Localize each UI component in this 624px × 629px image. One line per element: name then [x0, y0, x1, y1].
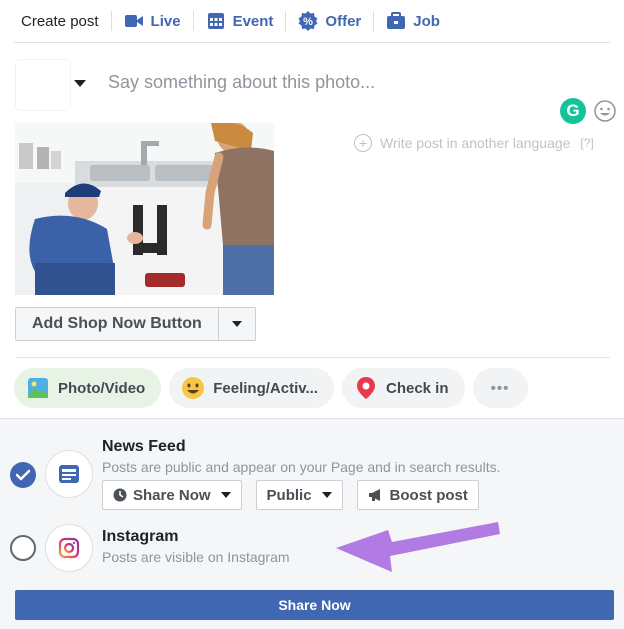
plus-icon: + [354, 134, 372, 152]
chevron-down-icon [220, 492, 231, 498]
tab-live-label: Live [150, 12, 181, 30]
help-link[interactable]: [?] [580, 136, 593, 150]
location-pin-icon [354, 376, 378, 400]
shop-button-dropdown[interactable] [219, 308, 255, 340]
instagram-title: Instagram [102, 528, 179, 545]
percent-badge-icon: % [298, 11, 318, 31]
smiley-icon [181, 376, 205, 400]
tab-event-label: Event [232, 12, 274, 30]
audience-dropdown[interactable]: Public [255, 480, 343, 510]
photo-icon [26, 376, 50, 400]
grammarly-icon[interactable]: G [560, 98, 586, 124]
tab-job-label: Job [413, 12, 440, 30]
clock-icon [113, 488, 127, 502]
emoji-icon[interactable] [594, 100, 616, 122]
annotation-arrow-icon [336, 522, 500, 572]
add-shop-now-button[interactable]: Add Shop Now Button [15, 307, 256, 341]
more-options-button[interactable]: ••• [472, 368, 528, 408]
chevron-down-icon [321, 492, 332, 498]
tab-create-post[interactable]: Create post [14, 0, 111, 43]
post-text-input[interactable]: Say something about this photo... [108, 72, 375, 93]
news-feed-subtitle: Posts are public and appear on your Page… [102, 459, 501, 475]
megaphone-icon [368, 489, 380, 501]
instagram-subtitle: Posts are visible on Instagram [102, 549, 290, 565]
tab-event[interactable]: Event [194, 0, 286, 43]
translate-label: Write post in another language [380, 135, 571, 151]
tab-offer[interactable]: % Offer [286, 0, 373, 43]
boost-post-label: Boost post [389, 486, 468, 504]
chevron-down-icon [231, 321, 242, 327]
composer-actions: Photo/Video Feeling/Activ... Check in ••… [14, 368, 528, 408]
translate-link[interactable]: + Write post in another language [?] [354, 134, 594, 152]
instagram-radio[interactable] [10, 535, 36, 561]
schedule-dropdown[interactable]: Share Now [102, 480, 242, 510]
news-feed-controls: Share Now Public Boost post [102, 480, 479, 510]
feeling-activity-label: Feeling/Activ... [213, 379, 318, 397]
page-avatar[interactable] [16, 60, 70, 110]
video-camera-icon [124, 11, 144, 31]
calendar-icon [206, 11, 226, 31]
tab-create-post-label: Create post [21, 12, 99, 30]
tab-live[interactable]: Live [112, 0, 193, 43]
news-feed-title: News Feed [102, 438, 186, 455]
divider [15, 357, 610, 358]
boost-post-button[interactable]: Boost post [356, 480, 479, 510]
check-in-label: Check in [385, 379, 449, 397]
photo-video-button[interactable]: Photo/Video [14, 368, 162, 408]
add-shop-now-label[interactable]: Add Shop Now Button [16, 308, 219, 340]
briefcase-icon [386, 11, 406, 31]
attached-photo[interactable] [15, 123, 274, 295]
composer-tabs: Create post Live Event % Offer Job [14, 0, 610, 43]
tab-offer-label: Offer [325, 12, 362, 30]
photo-video-label: Photo/Video [58, 379, 146, 397]
checkmark-icon [16, 469, 30, 481]
svg-text:%: % [304, 16, 314, 28]
schedule-label: Share Now [133, 486, 211, 504]
share-now-button[interactable]: Share Now [15, 590, 614, 620]
tab-job[interactable]: Job [374, 0, 452, 43]
chevron-down-icon[interactable] [74, 80, 86, 87]
audience-label: Public [266, 486, 312, 504]
news-feed-icon [45, 450, 93, 498]
more-icon: ••• [490, 379, 510, 397]
feeling-activity-button[interactable]: Feeling/Activ... [169, 368, 334, 408]
instagram-icon [45, 524, 93, 572]
check-in-button[interactable]: Check in [341, 368, 465, 408]
news-feed-checkbox[interactable] [10, 462, 36, 488]
